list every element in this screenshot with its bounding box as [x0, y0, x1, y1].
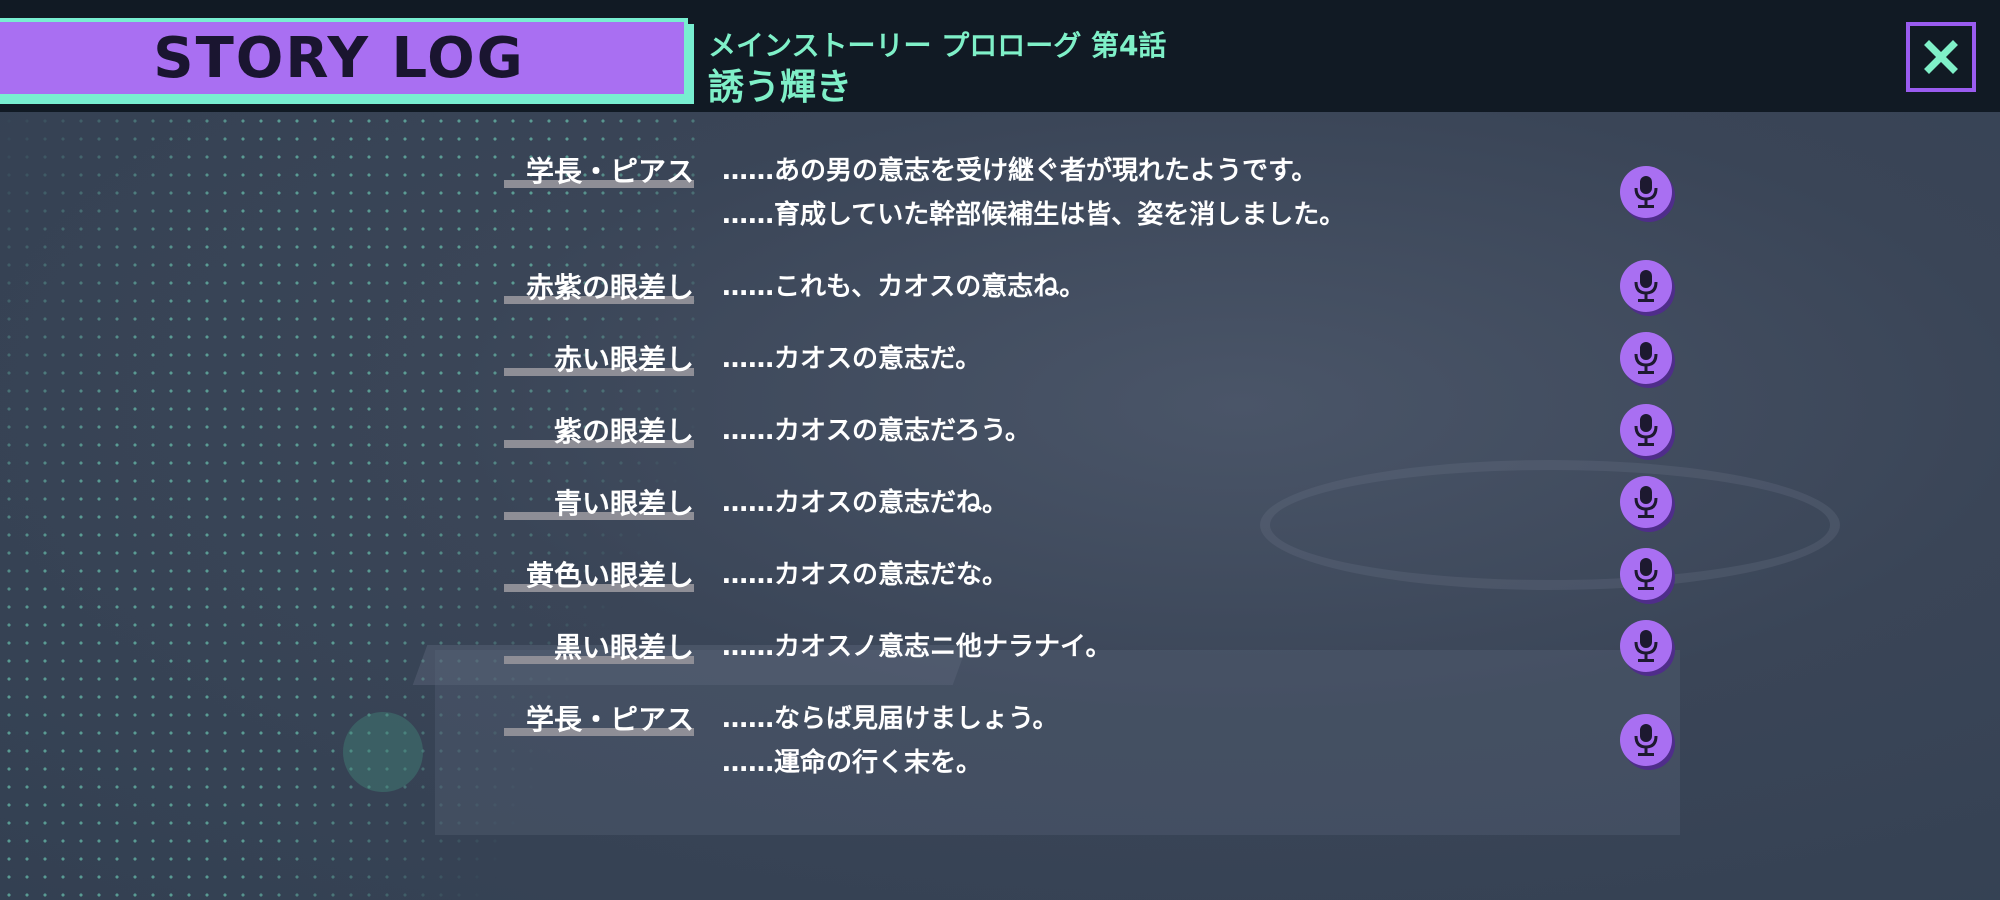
speaker-name: 黄色い眼差し [525, 559, 694, 592]
dialog-line: ……カオスの意志だな。 [722, 560, 1009, 590]
microphone-icon [1634, 270, 1658, 302]
header-bar: STORY LOG メインストーリー プロローグ 第4話 誘う輝き [0, 0, 2000, 112]
voice-play-button[interactable] [1620, 332, 1672, 384]
dialog-line: ……運命の行く末を。 [722, 748, 983, 778]
speaker-name: 学長・ピアス [525, 703, 694, 736]
speaker-name: 学長・ピアス [525, 155, 694, 188]
background-circle [343, 712, 423, 792]
close-icon [1924, 40, 1958, 74]
voice-play-button[interactable] [1620, 260, 1672, 312]
speaker-name: 黒い眼差し [553, 631, 694, 664]
microphone-icon [1634, 176, 1658, 208]
microphone-icon [1634, 630, 1658, 662]
dialog-line: ……カオスノ意志ニ他ナラナイ。 [722, 632, 1112, 662]
background-dialog-panel [435, 650, 1680, 835]
microphone-icon [1634, 724, 1658, 756]
dialog-line: ……これも、カオスの意志ね。 [722, 272, 1086, 302]
voice-play-button[interactable] [1620, 476, 1672, 528]
page-title: STORY LOG [153, 25, 525, 91]
dialog-line: ……カオスの意志だろう。 [722, 416, 1031, 446]
speaker-name: 赤紫の眼差し [525, 271, 694, 304]
voice-play-button[interactable] [1620, 548, 1672, 600]
episode-title: 誘う輝き [708, 67, 853, 108]
voice-play-button[interactable] [1620, 166, 1672, 218]
voice-play-button[interactable] [1620, 620, 1672, 672]
voice-play-button[interactable] [1620, 714, 1672, 766]
speaker-name: 紫の眼差し [553, 415, 694, 448]
title-banner: STORY LOG [0, 18, 688, 98]
microphone-icon [1634, 558, 1658, 590]
speaker-name: 青い眼差し [553, 487, 694, 520]
speaker-name: 赤い眼差し [553, 343, 694, 376]
background-arc [1260, 460, 1840, 590]
dialog-line: ……カオスの意志だね。 [722, 488, 1009, 518]
microphone-icon [1634, 414, 1658, 446]
voice-play-button[interactable] [1620, 404, 1672, 456]
close-button[interactable] [1906, 22, 1976, 92]
dialog-line: ……カオスの意志だ。 [722, 344, 982, 374]
dialog-line: ……あの男の意志を受け継ぐ者が現れたようです。 [722, 156, 1318, 186]
dialog-line: ……ならば見届けましょう。 [722, 704, 1059, 734]
microphone-icon [1634, 486, 1658, 518]
microphone-icon [1634, 342, 1658, 374]
dialog-line: ……育成していた幹部候補生は皆、姿を消しました。 [722, 200, 1346, 230]
